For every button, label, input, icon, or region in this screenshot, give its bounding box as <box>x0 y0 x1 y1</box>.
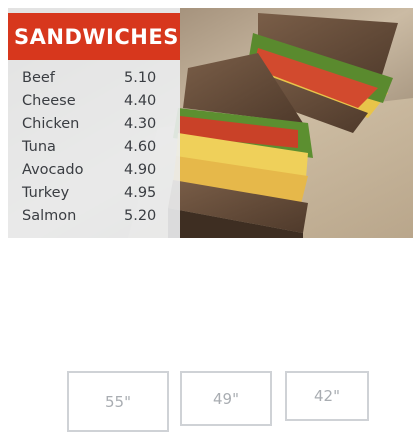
screen-reflection: SANDWICHES Beef 5.10 Cheese 4.40 Chicken… <box>8 238 413 356</box>
menu-item-name: Salmon <box>22 208 77 224</box>
menu-item-price: 4.95 <box>124 185 157 201</box>
menu-item-price: 4.90 <box>124 162 157 178</box>
display-screen: SANDWICHES Beef 5.10 Cheese 4.40 Chicken… <box>8 8 413 238</box>
menu-item-price: 4.60 <box>124 139 157 155</box>
menu-item-price: 4.40 <box>124 93 157 109</box>
size-button-49[interactable]: 49" <box>180 371 272 426</box>
menu-item-price: 5.10 <box>124 70 157 86</box>
menu-item-price: 5.20 <box>124 208 157 224</box>
menu-item-name: Tuna <box>22 139 56 155</box>
menu-item-name: Chicken <box>22 116 80 132</box>
menu-item: Turkey 4.95 <box>22 182 162 205</box>
menu-item-name: Turkey <box>22 185 70 201</box>
size-button-42[interactable]: 42" <box>285 371 369 421</box>
menu-item: Beef 5.10 <box>22 67 162 90</box>
menu-title: SANDWICHES <box>8 13 180 60</box>
size-button-55[interactable]: 55" <box>67 371 169 432</box>
menu-item: Avocado 4.90 <box>22 159 162 182</box>
reflection-fade <box>8 238 413 356</box>
menu-item-price: 4.30 <box>124 116 157 132</box>
menu-item-name: Beef <box>22 70 55 86</box>
menu-panel: SANDWICHES Beef 5.10 Cheese 4.40 Chicken… <box>8 8 180 238</box>
menu-item-name: Cheese <box>22 93 76 109</box>
menu-item: Chicken 4.30 <box>22 113 162 136</box>
menu-item: Tuna 4.60 <box>22 136 162 159</box>
menu-item: Salmon 5.20 <box>22 205 162 228</box>
menu-item-name: Avocado <box>22 162 84 178</box>
menu-item: Cheese 4.40 <box>22 90 162 113</box>
menu-list: Beef 5.10 Cheese 4.40 Chicken 4.30 Tuna … <box>22 67 162 228</box>
